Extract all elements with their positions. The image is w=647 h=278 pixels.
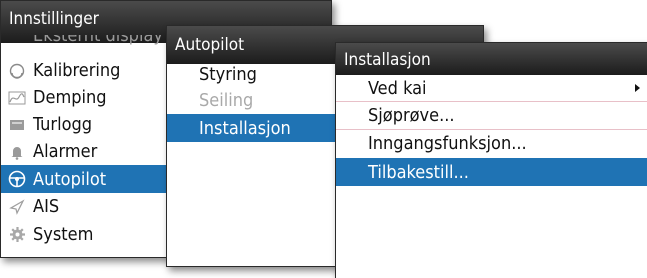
installation-menu-panel: Installasjon Ved kai Sjøprøve... Inngang…: [335, 42, 647, 278]
menu-item-label: Seiling: [199, 90, 254, 111]
calibration-icon: [8, 62, 26, 80]
menu-item-label: Inngangsfunksjon...: [368, 133, 527, 154]
menu-item-label: Autopilot: [33, 168, 107, 190]
menu-item-label: Installasjon: [199, 117, 291, 139]
menu-item-label: Turlogg: [33, 114, 93, 135]
menu-item-label: Styring: [199, 63, 257, 85]
menu-item-input-function[interactable]: Inngangsfunksjon...: [336, 130, 647, 157]
menu-item-sea-trial[interactable]: Sjøprøve...: [336, 102, 647, 129]
menu-item-label: Eksternt display: [33, 35, 163, 46]
menu-item-label: Kalibrering: [33, 60, 121, 81]
bell-icon: [8, 143, 26, 161]
gear-icon: [8, 225, 26, 243]
triplog-icon: [8, 116, 26, 134]
menu-item-label: AIS: [33, 196, 60, 217]
menu-item-label: Alarmer: [33, 141, 98, 162]
installation-menu-title: Installasjon: [336, 43, 647, 75]
menu-item-reset[interactable]: Tilbakestill...: [336, 158, 647, 186]
menu-item-label: Demping: [33, 87, 107, 108]
menu-item-label: Sjøprøve...: [368, 105, 455, 126]
menu-item-label: Tilbakestill...: [368, 161, 469, 183]
menu-item-label: Ved kai: [368, 77, 427, 99]
submenu-arrow-icon: [635, 84, 640, 92]
ais-icon: [8, 198, 26, 216]
steering-wheel-icon: [8, 170, 26, 188]
menu-item-label: System: [33, 223, 94, 245]
damping-icon: [8, 89, 26, 107]
menu-item-at-dock[interactable]: Ved kai: [336, 75, 647, 101]
